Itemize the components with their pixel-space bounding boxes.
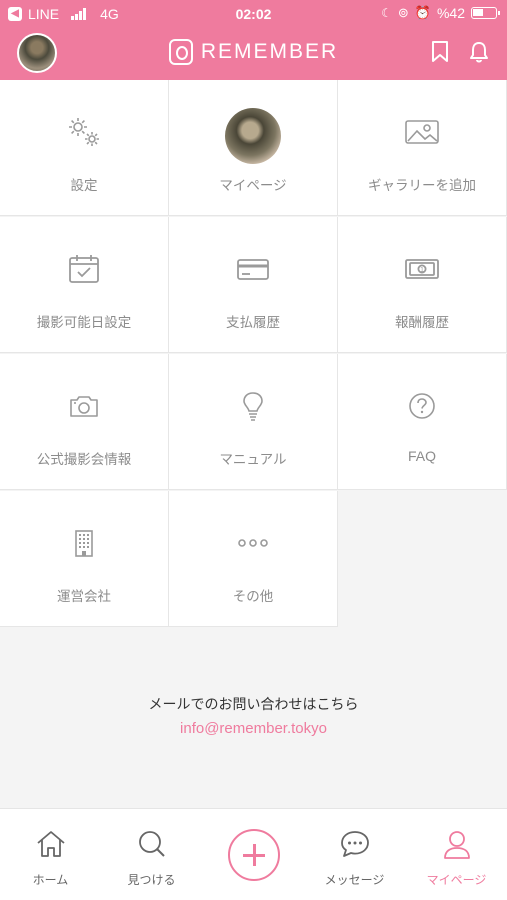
tab-label: メッセージ <box>324 873 385 887</box>
menu-item-faq[interactable]: FAQ <box>338 354 507 490</box>
menu-grid: 設定 マイページ ギャラリーを追加 撮影可能日設定 支払履歴 1 報酬履歴 公式… <box>0 80 507 627</box>
moon-icon: ☾ <box>381 6 392 20</box>
battery-percent: %42 <box>436 5 465 21</box>
home-icon <box>0 829 101 863</box>
battery-icon <box>471 7 500 19</box>
mypage-avatar-wrap <box>169 108 337 164</box>
menu-label: 支払履歴 <box>226 315 280 331</box>
menu-item-mypage[interactable]: マイページ <box>169 80 338 216</box>
tab-label: マイページ <box>426 873 487 887</box>
menu-label: 撮影可能日設定 <box>36 315 132 331</box>
gear-icon <box>0 114 168 150</box>
credit-card-icon <box>169 251 337 287</box>
rotation-lock-icon: ⊚ <box>397 5 409 20</box>
menu-label: 運営会社 <box>57 589 111 605</box>
tab-discover[interactable]: 見つける <box>101 809 202 900</box>
banknote-icon: 1 <box>338 251 506 287</box>
tab-label: 見つける <box>127 873 176 887</box>
menu-label: FAQ <box>407 448 436 464</box>
chat-bubble-icon <box>304 829 405 863</box>
calendar-check-icon <box>0 251 168 287</box>
menu-item-shoot-schedule[interactable]: 撮影可能日設定 <box>0 217 169 353</box>
menu-label: マイページ <box>219 178 287 194</box>
status-right: ☾ ⊚ ⏰ %42 <box>381 5 500 21</box>
menu-label: マニュアル <box>219 452 287 468</box>
bell-icon[interactable] <box>469 41 489 63</box>
menu-item-reward-history[interactable]: 1 報酬履歴 <box>338 217 507 353</box>
menu-label: 設定 <box>70 178 98 194</box>
building-icon <box>0 525 168 561</box>
person-icon <box>406 829 507 863</box>
menu-label: 報酬履歴 <box>395 315 449 331</box>
brand-name: REMEMBER <box>200 40 339 63</box>
menu-item-add-gallery[interactable]: ギャラリーを追加 <box>338 80 507 216</box>
tab-mypage[interactable]: マイページ <box>406 809 507 900</box>
alarm-icon: ⏰ <box>414 5 431 20</box>
contact-email-link[interactable]: info@remember.tokyo <box>0 720 507 737</box>
camera-icon <box>0 388 168 424</box>
status-bar: ◀ LINE 4G 02:02 ☾ ⊚ ⏰ %42 <box>0 0 507 28</box>
menu-item-others[interactable]: その他 <box>169 491 338 627</box>
bottom-tab-bar: ホーム 見つける メッセージ マイページ <box>0 808 507 900</box>
menu-item-payment-history[interactable]: 支払履歴 <box>169 217 338 353</box>
lightbulb-icon <box>169 388 337 424</box>
question-circle-icon <box>338 388 506 424</box>
tab-messages[interactable]: メッセージ <box>304 809 405 900</box>
contact-text: メールでのお問い合わせはこちら <box>148 697 359 713</box>
more-dots-icon <box>169 525 337 561</box>
search-icon <box>101 829 202 863</box>
contact-section: メールでのお問い合わせはこちら info@remember.tokyo <box>0 626 507 808</box>
app-header: REMEMBER <box>0 28 507 80</box>
header-actions <box>431 41 489 63</box>
menu-item-official-events[interactable]: 公式撮影会情報 <box>0 354 169 490</box>
svg-text:1: 1 <box>420 267 424 274</box>
avatar <box>225 108 281 164</box>
menu-item-company[interactable]: 運営会社 <box>0 491 169 627</box>
menu-label: ギャラリーを追加 <box>368 178 476 194</box>
tab-home[interactable]: ホーム <box>0 809 101 900</box>
logo-icon <box>168 39 193 65</box>
menu-label: その他 <box>232 589 274 605</box>
add-post-button[interactable] <box>228 829 280 881</box>
menu-label: 公式撮影会情報 <box>36 452 132 468</box>
image-icon <box>338 114 506 150</box>
menu-item-settings[interactable]: 設定 <box>0 80 169 216</box>
tab-label: ホーム <box>32 873 69 887</box>
menu-item-manual[interactable]: マニュアル <box>169 354 338 490</box>
bookmark-icon[interactable] <box>431 41 449 63</box>
